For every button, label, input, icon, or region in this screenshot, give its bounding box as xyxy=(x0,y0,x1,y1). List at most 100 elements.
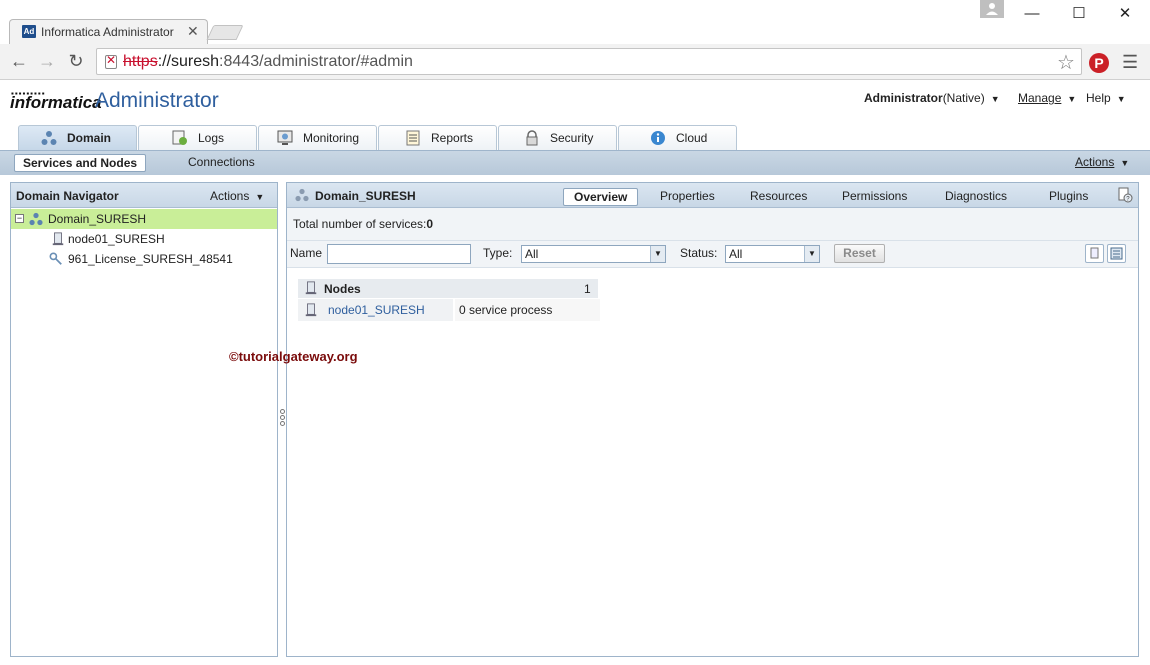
node-detail-cell: 0 service process xyxy=(455,299,600,321)
close-tab-icon[interactable]: ✕ xyxy=(187,23,199,40)
chevron-down-icon: ▼ xyxy=(990,94,1000,104)
collapse-icon[interactable]: − xyxy=(15,214,24,223)
sub-tab-bar: Services and Nodes Connections Actions ▼ xyxy=(0,150,1150,175)
product-name: Administrator xyxy=(95,89,219,112)
help-label: Help xyxy=(1086,91,1111,105)
navigator-actions-menu[interactable]: Actions ▼ xyxy=(210,189,264,203)
chevron-down-icon: ▼ xyxy=(1116,94,1126,104)
tab-label: Domain xyxy=(67,131,112,145)
profile-icon[interactable] xyxy=(980,0,1004,18)
bookmark-star-icon[interactable]: ☆ xyxy=(1057,50,1075,75)
tab-reports[interactable]: Reports xyxy=(378,125,497,150)
document-help-icon[interactable]: ? xyxy=(1117,187,1133,203)
forward-icon[interactable]: → xyxy=(37,51,57,71)
tab-logs[interactable]: Logs xyxy=(138,125,257,150)
reload-icon[interactable]: ↻ xyxy=(66,51,86,71)
manage-menu[interactable]: Manage ▼ xyxy=(1018,91,1076,105)
tab-diagnostics[interactable]: Diagnostics xyxy=(935,188,1017,206)
node-name-cell[interactable]: node01_SURESH xyxy=(298,299,454,321)
node-icon xyxy=(52,232,64,246)
tree-item-label: Domain_SURESH xyxy=(48,212,147,226)
total-label: Total number of services: xyxy=(293,217,427,231)
table-row[interactable]: node01_SURESH 0 service process xyxy=(298,299,600,321)
tab-permissions[interactable]: Permissions xyxy=(832,188,917,206)
help-menu[interactable]: Help ▼ xyxy=(1086,91,1126,105)
tab-resources[interactable]: Resources xyxy=(740,188,817,206)
tab-security[interactable]: Security xyxy=(498,125,617,150)
address-input[interactable]: https://suresh:8443/administrator/#admin… xyxy=(96,48,1082,75)
tree-item-node[interactable]: node01_SURESH xyxy=(11,229,277,249)
user-menu[interactable]: Administrator(Native) ▼ xyxy=(864,91,1000,105)
nodes-section-header: Nodes 1 xyxy=(298,279,598,298)
tab-services-and-nodes[interactable]: Services and Nodes xyxy=(14,154,147,172)
status-filter-select[interactable]: All ▼ xyxy=(725,245,820,263)
cloud-icon xyxy=(651,131,665,145)
domain-icon xyxy=(29,212,43,226)
total-value: 0 xyxy=(426,217,434,231)
app-header: ▪▪▪▪▪▪▪▪▪ informatica Administrator Admi… xyxy=(0,80,1150,125)
name-filter-input[interactable] xyxy=(327,244,471,264)
watermark-text: ©tutorialgateway.org xyxy=(229,349,358,364)
total-services: Total number of services:0 xyxy=(293,217,433,231)
actions-menu[interactable]: Actions ▼ xyxy=(1075,155,1129,169)
tab-properties[interactable]: Properties xyxy=(650,188,725,206)
manage-label: Manage xyxy=(1018,91,1062,105)
node-service-count: 0 service process xyxy=(459,303,553,317)
domain-icon xyxy=(295,188,309,202)
tab-overview[interactable]: Overview xyxy=(563,188,639,206)
content-header: Domain_SURESH Overview Properties Resour… xyxy=(287,183,1138,208)
browser-titlebar: Ad Informatica Administrator ✕ — ☐ ✕ xyxy=(0,0,1150,44)
nodes-count: 1 xyxy=(584,282,591,296)
url-path: :8443/administrator/#admin xyxy=(219,53,413,70)
content-panel: Domain_SURESH Overview Properties Resour… xyxy=(286,182,1139,657)
brand-logo: informatica xyxy=(10,93,102,112)
nodes-header-label: Nodes xyxy=(324,282,361,296)
url-text[interactable]: https://suresh:8443/administrator/#admin xyxy=(123,53,413,71)
new-tab-button[interactable] xyxy=(206,25,244,40)
back-icon[interactable]: ← xyxy=(9,51,29,71)
chevron-down-icon: ▼ xyxy=(255,192,265,202)
navigator-header: Domain Navigator Actions ▼ xyxy=(11,183,277,208)
tab-plugins[interactable]: Plugins xyxy=(1039,188,1098,206)
tree-item-domain[interactable]: − Domain_SURESH xyxy=(11,209,277,229)
compact-view-icon[interactable] xyxy=(1085,244,1104,263)
reset-button[interactable]: Reset xyxy=(834,244,885,263)
minimize-icon[interactable]: — xyxy=(1020,4,1044,24)
chevron-down-icon: ▼ xyxy=(650,246,665,262)
node-icon xyxy=(305,281,317,295)
tab-label: Logs xyxy=(198,131,225,145)
filter-bar: Name Type: All ▼ Status: All ▼ Reset xyxy=(287,241,1138,268)
actions-label: Actions xyxy=(1075,155,1115,169)
browser-menu-icon[interactable]: ☰ xyxy=(1122,52,1138,73)
tab-connections[interactable]: Connections xyxy=(180,154,263,172)
tree-item-label: 961_License_SURESH_48541 xyxy=(68,252,233,266)
insecure-lock-icon[interactable] xyxy=(105,53,117,69)
chevron-down-icon: ▼ xyxy=(1067,94,1077,104)
maximize-icon[interactable]: ☐ xyxy=(1067,4,1091,24)
content-title: Domain_SURESH xyxy=(315,189,416,203)
type-filter-select[interactable]: All ▼ xyxy=(521,245,666,263)
tab-cloud[interactable]: Cloud xyxy=(618,125,737,150)
tab-label: Monitoring xyxy=(303,131,360,145)
pinterest-icon[interactable]: P xyxy=(1089,53,1109,73)
window-close-icon[interactable]: ✕ xyxy=(1113,4,1137,24)
tab-label: Security xyxy=(550,131,594,145)
tree-item-license[interactable]: 961_License_SURESH_48541 xyxy=(11,249,277,269)
services-summary: Total number of services:0 xyxy=(287,208,1138,241)
browser-tab[interactable]: Ad Informatica Administrator ✕ xyxy=(9,19,208,44)
user-security-domain: (Native) xyxy=(942,91,985,105)
status-filter-value: All xyxy=(729,247,743,261)
type-filter-label: Type: xyxy=(483,246,513,260)
license-key-icon xyxy=(49,252,62,265)
domain-navigator: Domain Navigator Actions ▼ − Domain_SURES… xyxy=(10,182,278,657)
url-scheme: https xyxy=(123,53,158,70)
node-link[interactable]: node01_SURESH xyxy=(328,303,425,317)
logs-icon xyxy=(172,130,187,145)
user-name: Administrator xyxy=(864,91,943,105)
tree-item-label: node01_SURESH xyxy=(68,232,165,246)
list-view-icon[interactable] xyxy=(1107,244,1126,263)
tab-domain[interactable]: Domain xyxy=(18,125,137,150)
actions-label: Actions xyxy=(210,189,250,203)
panel-splitter-handle[interactable] xyxy=(278,408,286,430)
tab-monitoring[interactable]: Monitoring xyxy=(258,125,377,150)
